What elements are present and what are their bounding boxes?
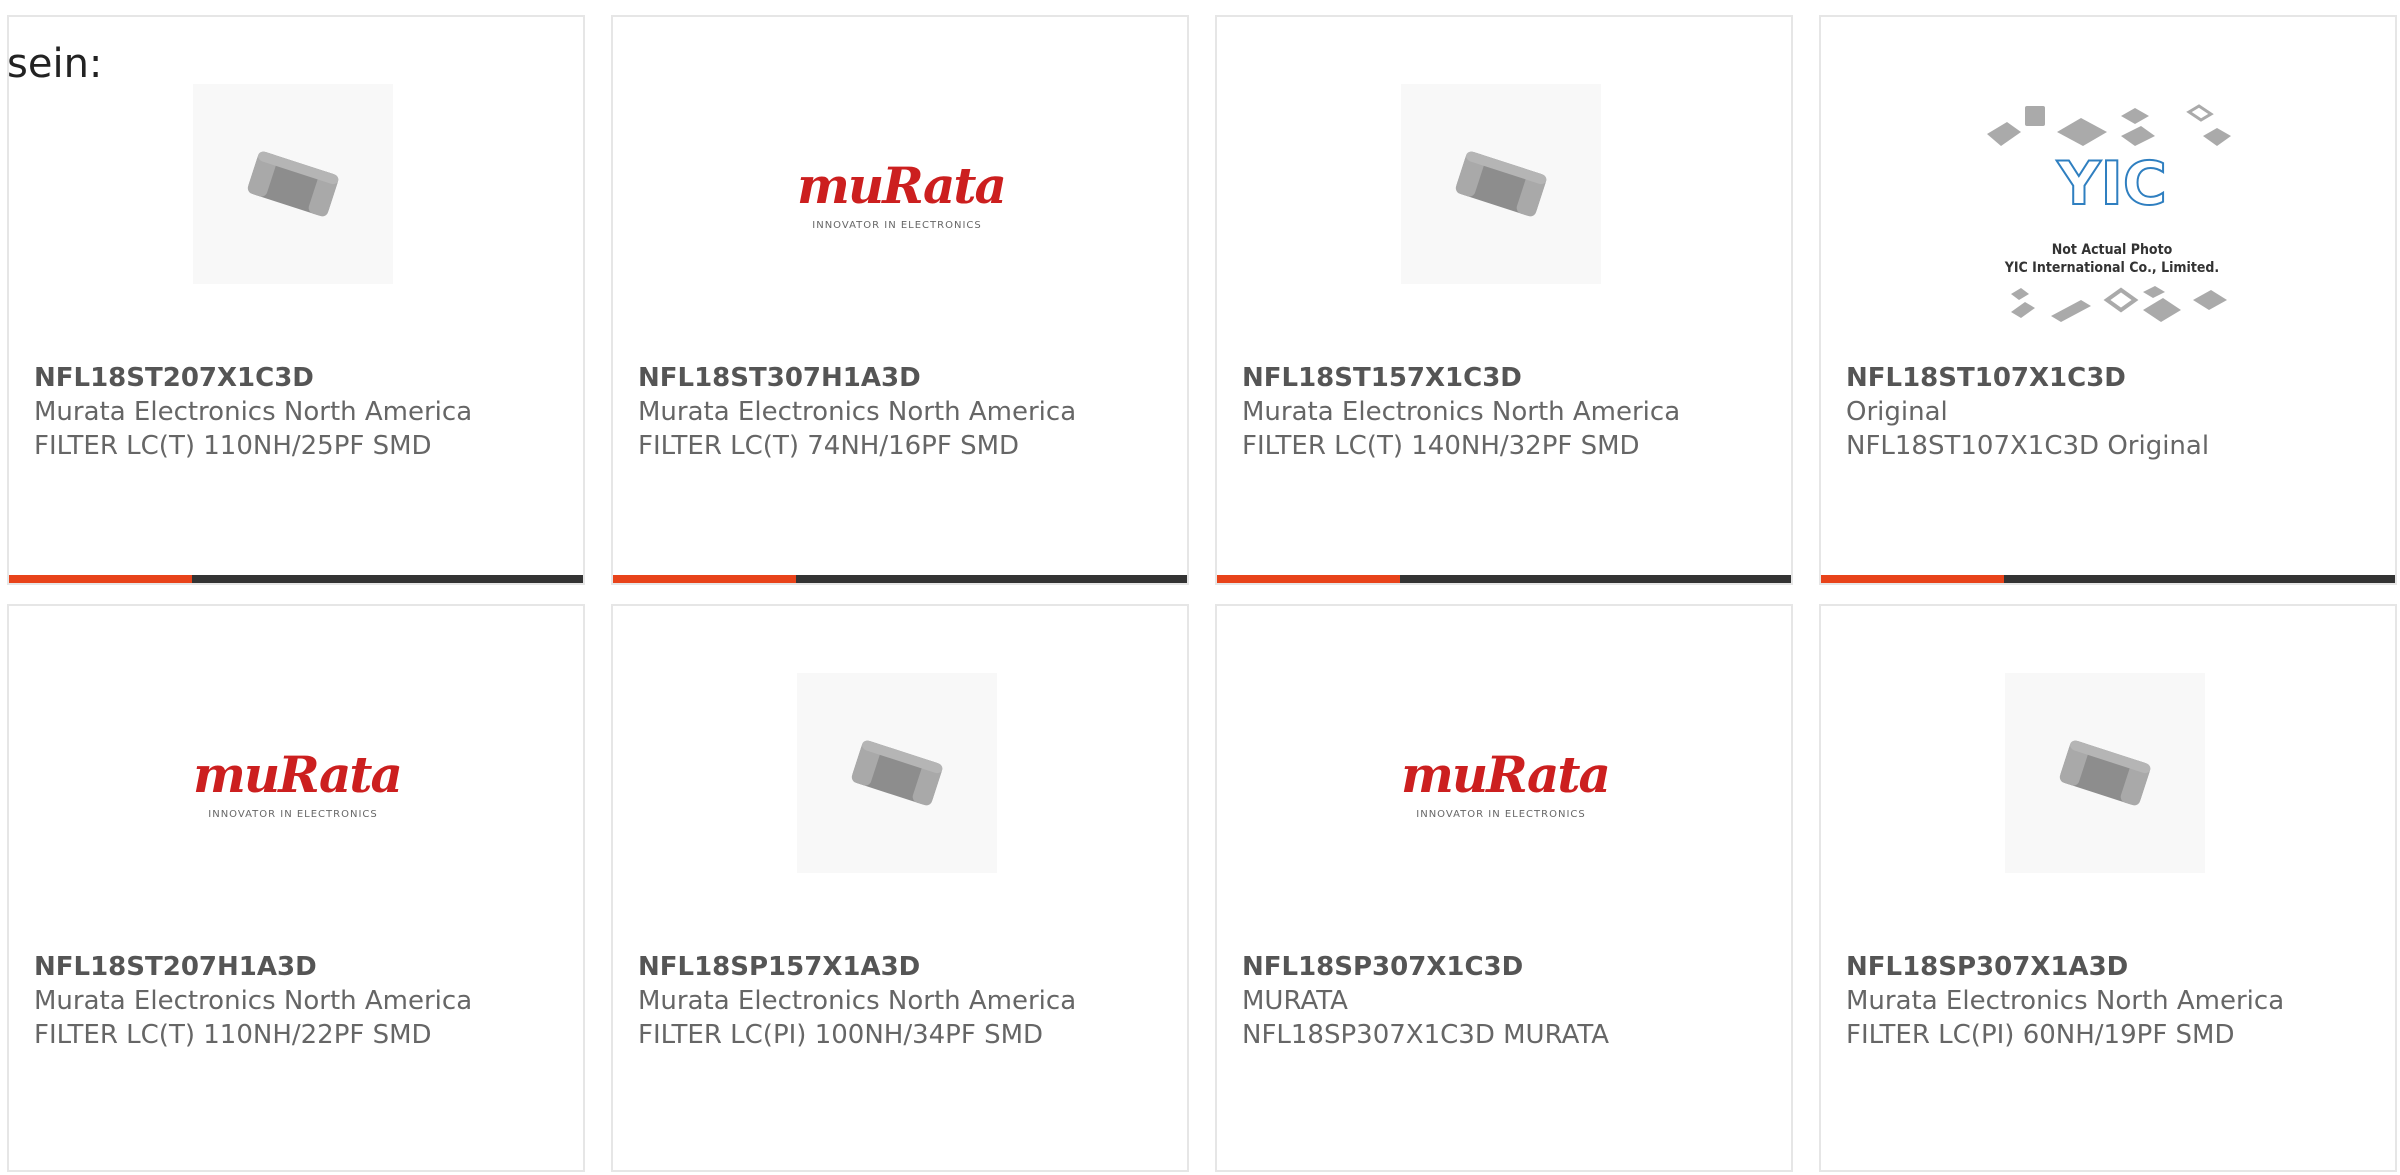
yic-note: Not Actual Photo YIC International Co., … <box>1977 241 2247 277</box>
product-manufacturer: Murata Electronics North America <box>638 986 1077 1016</box>
murata-tagline: INNOVATOR IN ELECTRONICS <box>208 809 378 820</box>
product-description: FILTER LC(T) 110NH/22PF SMD <box>34 1020 432 1050</box>
product-manufacturer: Murata Electronics North America <box>34 986 473 1016</box>
product-image[interactable] <box>2005 673 2205 873</box>
card-bar-accent <box>1217 575 1400 583</box>
product-manufacturer: Original <box>1846 397 1948 427</box>
product-part-number[interactable]: NFL18ST157X1C3D <box>1242 361 1782 395</box>
product-part-number[interactable]: NFL18SP307X1A3D <box>1846 950 2386 984</box>
product-description: NFL18ST107X1C3D Original <box>1846 431 2210 461</box>
product-card[interactable]: muRata INNOVATOR IN ELECTRONICS NFL18SP3… <box>1215 604 1793 1172</box>
product-manufacturer: Murata Electronics North America <box>1846 986 2285 1016</box>
card-bar-accent <box>1821 575 2004 583</box>
product-manufacturer: MURATA <box>1242 986 1348 1016</box>
product-card[interactable]: NFL18SP307X1A3D Murata Electronics North… <box>1819 604 2397 1172</box>
product-image[interactable]: muRata INNOVATOR IN ELECTRONICS <box>1401 673 1611 873</box>
product-part-number[interactable]: NFL18ST107X1C3D <box>1846 361 2386 395</box>
product-manufacturer: Murata Electronics North America <box>638 397 1077 427</box>
product-card[interactable]: YIC Not Actual Photo YIC International C… <box>1819 15 2397 585</box>
product-description: FILTER LC(PI) 100NH/34PF SMD <box>638 1020 1044 1050</box>
murata-logo: muRata <box>193 745 403 804</box>
yic-placeholder-icon: YIC <box>1987 104 2231 322</box>
product-manufacturer: Murata Electronics North America <box>1242 397 1681 427</box>
product-part-number[interactable]: NFL18ST307H1A3D <box>638 361 1178 395</box>
chip-icon <box>2059 740 2151 806</box>
prefix-text: sein: <box>7 41 103 87</box>
chip-icon <box>247 151 339 217</box>
yic-note-line1: Not Actual Photo <box>2051 242 2173 258</box>
product-description: FILTER LC(T) 74NH/16PF SMD <box>638 431 1020 461</box>
chip-icon <box>851 740 943 806</box>
card-bar <box>1821 575 2395 583</box>
chip-icon <box>1455 151 1547 217</box>
product-image[interactable] <box>193 84 393 284</box>
product-image[interactable]: muRata INNOVATOR IN ELECTRONICS <box>797 84 1007 284</box>
murata-logo: muRata <box>797 156 1007 215</box>
product-description: FILTER LC(PI) 60NH/19PF SMD <box>1846 1020 2235 1050</box>
product-part-number[interactable]: NFL18ST207H1A3D <box>34 950 574 984</box>
murata-logo: muRata <box>1401 745 1611 804</box>
product-part-number[interactable]: NFL18ST207X1C3D <box>34 361 574 395</box>
product-card[interactable]: NFL18ST157X1C3D Murata Electronics North… <box>1215 15 1793 585</box>
product-manufacturer: Murata Electronics North America <box>34 397 473 427</box>
product-description: FILTER LC(T) 110NH/25PF SMD <box>34 431 432 461</box>
yic-mark: YIC <box>2056 149 2167 219</box>
product-description: NFL18SP307X1C3D MURATA <box>1242 1020 1610 1050</box>
product-description: FILTER LC(T) 140NH/32PF SMD <box>1242 431 1640 461</box>
product-image[interactable]: muRata INNOVATOR IN ELECTRONICS <box>193 673 403 873</box>
murata-tagline: INNOVATOR IN ELECTRONICS <box>812 220 982 231</box>
card-bar-accent <box>9 575 192 583</box>
product-grid: NFL18ST207X1C3D Murata Electronics North… <box>7 15 2400 1175</box>
product-card[interactable]: NFL18ST207X1C3D Murata Electronics North… <box>7 15 585 585</box>
card-bar-accent <box>613 575 796 583</box>
card-bar <box>613 575 1187 583</box>
product-part-number[interactable]: NFL18SP307X1C3D <box>1242 950 1782 984</box>
product-image[interactable] <box>797 673 997 873</box>
product-image[interactable]: YIC Not Actual Photo YIC International C… <box>1977 104 2247 349</box>
product-card[interactable]: NFL18SP157X1A3D Murata Electronics North… <box>611 604 1189 1172</box>
card-bar <box>9 575 583 583</box>
yic-note-line2: YIC International Co., Limited. <box>2004 260 2220 276</box>
product-card[interactable]: muRata INNOVATOR IN ELECTRONICS NFL18ST2… <box>7 604 585 1172</box>
product-card[interactable]: muRata INNOVATOR IN ELECTRONICS NFL18ST3… <box>611 15 1189 585</box>
product-part-number[interactable]: NFL18SP157X1A3D <box>638 950 1178 984</box>
card-bar <box>1217 575 1791 583</box>
murata-tagline: INNOVATOR IN ELECTRONICS <box>1416 809 1586 820</box>
product-image[interactable] <box>1401 84 1601 284</box>
